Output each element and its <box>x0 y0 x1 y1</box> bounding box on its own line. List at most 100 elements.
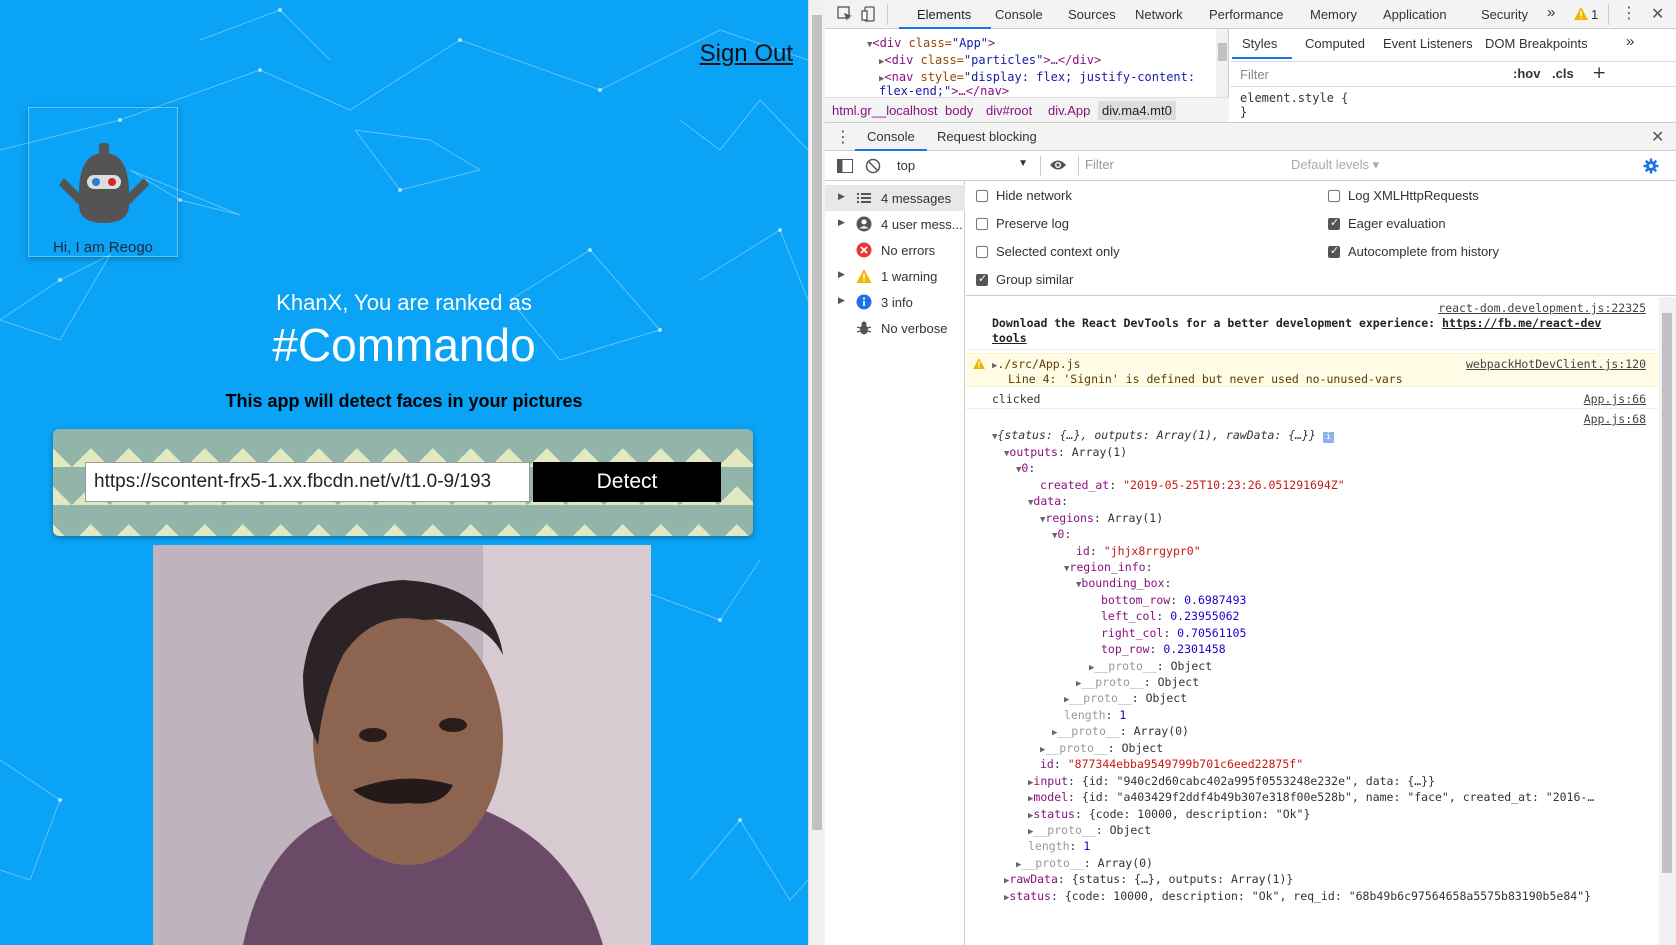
sidebar-item-info[interactable]: ▶ 3 info <box>825 289 965 315</box>
prop-data[interactable]: ▼data: <box>1028 494 1068 508</box>
prop-status-inner[interactable]: ▶status: {code: 10000, description: "Ok"… <box>1028 807 1310 821</box>
add-style-rule-icon[interactable]: + <box>1592 63 1606 83</box>
crumb-app[interactable]: div.App <box>1048 103 1090 118</box>
log-message-clicked: clicked <box>992 392 1041 406</box>
sidebar-item-verbose[interactable]: No verbose <box>825 315 965 341</box>
prop-regions[interactable]: ▼regions: Array(1) <box>1040 511 1163 525</box>
prop-input[interactable]: ▶input: {id: "940c2d60cabc402a995f055324… <box>1028 774 1435 788</box>
tab-performance[interactable]: Performance <box>1209 7 1283 22</box>
prop-model[interactable]: ▶model: {id: "a403429f2ddf4b49b307e318f0… <box>1028 790 1594 804</box>
console-scrollbar[interactable] <box>1659 297 1676 945</box>
drawer-menu-icon[interactable]: ⋮ <box>835 127 851 146</box>
image-url-input[interactable]: https://scontent-frx5-1.xx.fbcdn.net/v/t… <box>85 462 530 502</box>
warning-path[interactable]: ./src/App.js <box>997 357 1080 371</box>
dom-node-particles[interactable]: ▶<div class="particles">…</div> <box>879 53 1101 67</box>
device-toggle-icon[interactable] <box>861 6 877 22</box>
tab-computed[interactable]: Computed <box>1305 36 1365 51</box>
crumb-root[interactable]: div#root <box>986 103 1032 118</box>
tab-dom-breakpoints[interactable]: DOM Breakpoints <box>1485 36 1588 51</box>
tab-security[interactable]: Security <box>1481 7 1528 22</box>
sidebar-toggle-icon[interactable] <box>837 159 853 173</box>
tab-sources[interactable]: Sources <box>1068 7 1116 22</box>
prop-proto-region-info[interactable]: ▶__proto__: Object <box>1076 675 1199 689</box>
prop-proto-output[interactable]: ▶__proto__: Object <box>1028 823 1151 837</box>
react-devtools-link-cont[interactable]: tools <box>992 331 1027 345</box>
crumb-ma4[interactable]: div.ma4.mt0 <box>1098 101 1176 120</box>
list-icon <box>857 193 871 203</box>
react-devtools-link[interactable]: https://fb.me/react-dev <box>1442 316 1601 330</box>
log-warning: ▶./src/App.js webpackHotDevClient.js:120… <box>966 353 1658 387</box>
tab-network[interactable]: Network <box>1135 7 1183 22</box>
dom-node-app[interactable]: ▼<div class="App"> <box>867 36 995 50</box>
prop-right-col: right_col: 0.70561105 <box>1101 626 1247 640</box>
tab-memory[interactable]: Memory <box>1310 7 1357 22</box>
tab-styles[interactable]: Styles <box>1242 36 1277 51</box>
console-settings-gear-icon[interactable] <box>1643 158 1659 174</box>
styles-filter-input[interactable]: Filter <box>1240 67 1269 82</box>
object-source-link[interactable]: App.js:68 <box>1584 412 1646 426</box>
warning-detail: Line 4: 'Signin' is defined but never us… <box>1008 372 1403 386</box>
warning-icon[interactable] <box>1574 7 1588 20</box>
warning-icon <box>973 358 985 369</box>
console-sidebar: ▶ 4 messages ▶ 4 user mess... No errors … <box>825 181 965 945</box>
prop-bounding-box[interactable]: ▼bounding_box: <box>1076 576 1171 590</box>
hov-toggle[interactable]: :hov <box>1513 66 1540 81</box>
sidebar-item-messages[interactable]: ▶ 4 messages <box>825 185 965 211</box>
console-settings: Hide network Preserve log Selected conte… <box>966 181 1676 296</box>
clicked-source-link[interactable]: App.js:66 <box>1584 392 1646 406</box>
prop-status-outer[interactable]: ▶status: {code: 10000, description: "Ok"… <box>1004 889 1591 903</box>
tab-application[interactable]: Application <box>1383 7 1447 22</box>
app-subtitle: This app will detect faces in your pictu… <box>225 391 583 411</box>
styles-filter-row: Filter :hov .cls + <box>1230 61 1676 87</box>
inspect-element-icon[interactable] <box>837 6 853 22</box>
styles-more-tabs[interactable]: » <box>1626 33 1634 50</box>
clear-console-icon[interactable] <box>865 158 881 174</box>
devtools-panel: Elements Console Sources Network Perform… <box>825 0 1676 945</box>
drawer-tab-request-blocking[interactable]: Request blocking <box>937 129 1037 144</box>
dom-node-nav[interactable]: ▶<nav style="display: flex; justify-cont… <box>879 70 1195 84</box>
live-expression-eye-icon[interactable] <box>1049 159 1067 171</box>
console-filter-input[interactable]: Filter <box>1085 157 1275 177</box>
prop-proto-data[interactable]: ▶__proto__: Object <box>1040 741 1163 755</box>
info-icon <box>856 294 872 310</box>
warning-source-link[interactable]: webpackHotDevClient.js:120 <box>1466 357 1646 371</box>
bug-icon <box>856 321 872 335</box>
sidebar-item-warnings[interactable]: ▶ 1 warning <box>825 263 965 289</box>
error-icon <box>856 242 872 258</box>
crumb-body[interactable]: body <box>945 103 973 118</box>
default-levels-dropdown[interactable]: Default levels ▾ <box>1291 157 1379 173</box>
prop-top-row: top_row: 0.2301458 <box>1101 642 1226 656</box>
prop-output-id: id: "877344ebba9549799b701c6eed22875f" <box>1040 757 1304 771</box>
sidebar-item-errors[interactable]: No errors <box>825 237 965 263</box>
crumb-html[interactable]: html.gr__localhost <box>832 103 938 118</box>
detect-button[interactable]: Detect <box>533 462 721 502</box>
log-source-link[interactable]: react-dom.development.js:22325 <box>1438 301 1646 315</box>
cls-toggle[interactable]: .cls <box>1552 66 1574 81</box>
rank-title: #Commando <box>272 319 536 371</box>
tab-console[interactable]: Console <box>995 7 1043 22</box>
prop-rawdata[interactable]: ▶rawData: {status: {…}, outputs: Array(1… <box>1004 872 1293 886</box>
page-scrollbar[interactable] <box>808 0 825 945</box>
tab-elements[interactable]: Elements <box>917 7 971 22</box>
prop-proto-bbox[interactable]: ▶__proto__: Object <box>1089 659 1212 673</box>
elements-scrollbar[interactable] <box>1216 29 1228 97</box>
drawer-tab-console[interactable]: Console <box>867 129 915 144</box>
prop-region-info[interactable]: ▼region_info: <box>1064 560 1153 574</box>
close-devtools-icon[interactable]: ✕ <box>1651 4 1664 23</box>
prop-proto-region[interactable]: ▶__proto__: Object <box>1064 691 1187 705</box>
sign-out-link[interactable]: Sign Out <box>700 40 793 68</box>
prop-outputs[interactable]: ▼outputs: Array(1) <box>1004 445 1127 459</box>
context-select[interactable]: top ▼ <box>889 156 1032 176</box>
prop-proto-outputs[interactable]: ▶__proto__: Array(0) <box>1016 856 1153 870</box>
devtools-menu-icon[interactable]: ⋮ <box>1621 3 1637 22</box>
prop-regions-0[interactable]: ▼0: <box>1052 527 1071 541</box>
object-summary[interactable]: ▼{status: {…}, outputs: Array(1), rawDat… <box>992 428 1334 443</box>
tab-event-listeners[interactable]: Event Listeners <box>1383 36 1473 51</box>
more-tabs-button[interactable]: » <box>1547 4 1555 21</box>
prop-outputs-0[interactable]: ▼0: <box>1016 461 1035 475</box>
sidebar-item-user-messages[interactable]: ▶ 4 user mess... <box>825 211 965 237</box>
close-drawer-icon[interactable]: ✕ <box>1651 127 1664 146</box>
prop-proto-regions[interactable]: ▶__proto__: Array(0) <box>1052 724 1189 738</box>
warning-count[interactable]: 1 <box>1591 7 1598 22</box>
devtools-tab-bar: Elements Console Sources Network Perform… <box>825 0 1676 29</box>
